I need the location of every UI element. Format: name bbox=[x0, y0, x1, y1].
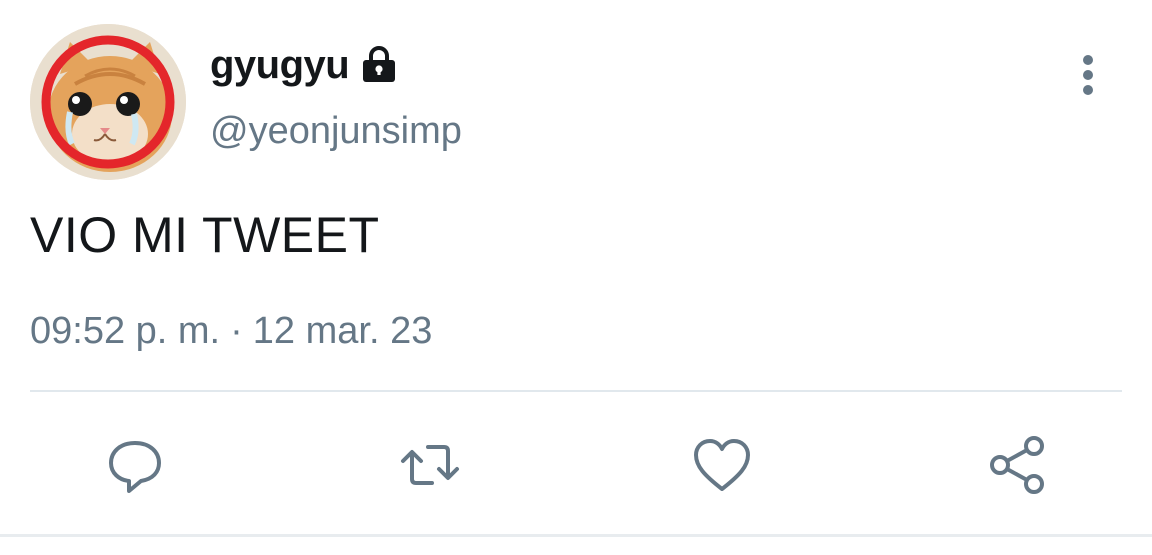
name-row: gyugyu bbox=[210, 40, 399, 90]
bottom-border bbox=[0, 534, 1152, 537]
more-vertical-icon[interactable] bbox=[1068, 50, 1108, 100]
like-icon bbox=[694, 439, 750, 491]
display-name[interactable]: gyugyu bbox=[210, 43, 350, 88]
share-icon bbox=[990, 436, 1044, 494]
tweet-detail: gyugyu @yeonjunsimp VIO MI TWEET 09:52 p… bbox=[0, 0, 1152, 555]
tweet-date: 12 mar. 23 bbox=[252, 310, 433, 352]
tweet-text: VIO MI TWEET bbox=[30, 207, 380, 263]
retweet-icon bbox=[401, 445, 459, 485]
reply-icon bbox=[109, 441, 161, 493]
author-info: gyugyu bbox=[210, 40, 399, 90]
user-handle[interactable]: @yeonjunsimp bbox=[210, 110, 462, 153]
divider bbox=[30, 390, 1122, 392]
retweet-button[interactable] bbox=[390, 425, 470, 505]
lock-icon bbox=[359, 45, 399, 85]
share-button[interactable] bbox=[978, 425, 1058, 505]
reply-button[interactable] bbox=[95, 425, 175, 505]
avatar[interactable] bbox=[30, 24, 186, 180]
tweet-time: 09:52 p. m. bbox=[30, 310, 221, 352]
crying-cat-avatar-image bbox=[30, 24, 186, 180]
like-button[interactable] bbox=[682, 425, 762, 505]
action-bar bbox=[0, 425, 1152, 505]
meta-separator: · bbox=[230, 310, 243, 352]
tweet-timestamp: 09:52 p. m. · 12 mar. 23 bbox=[30, 310, 432, 353]
